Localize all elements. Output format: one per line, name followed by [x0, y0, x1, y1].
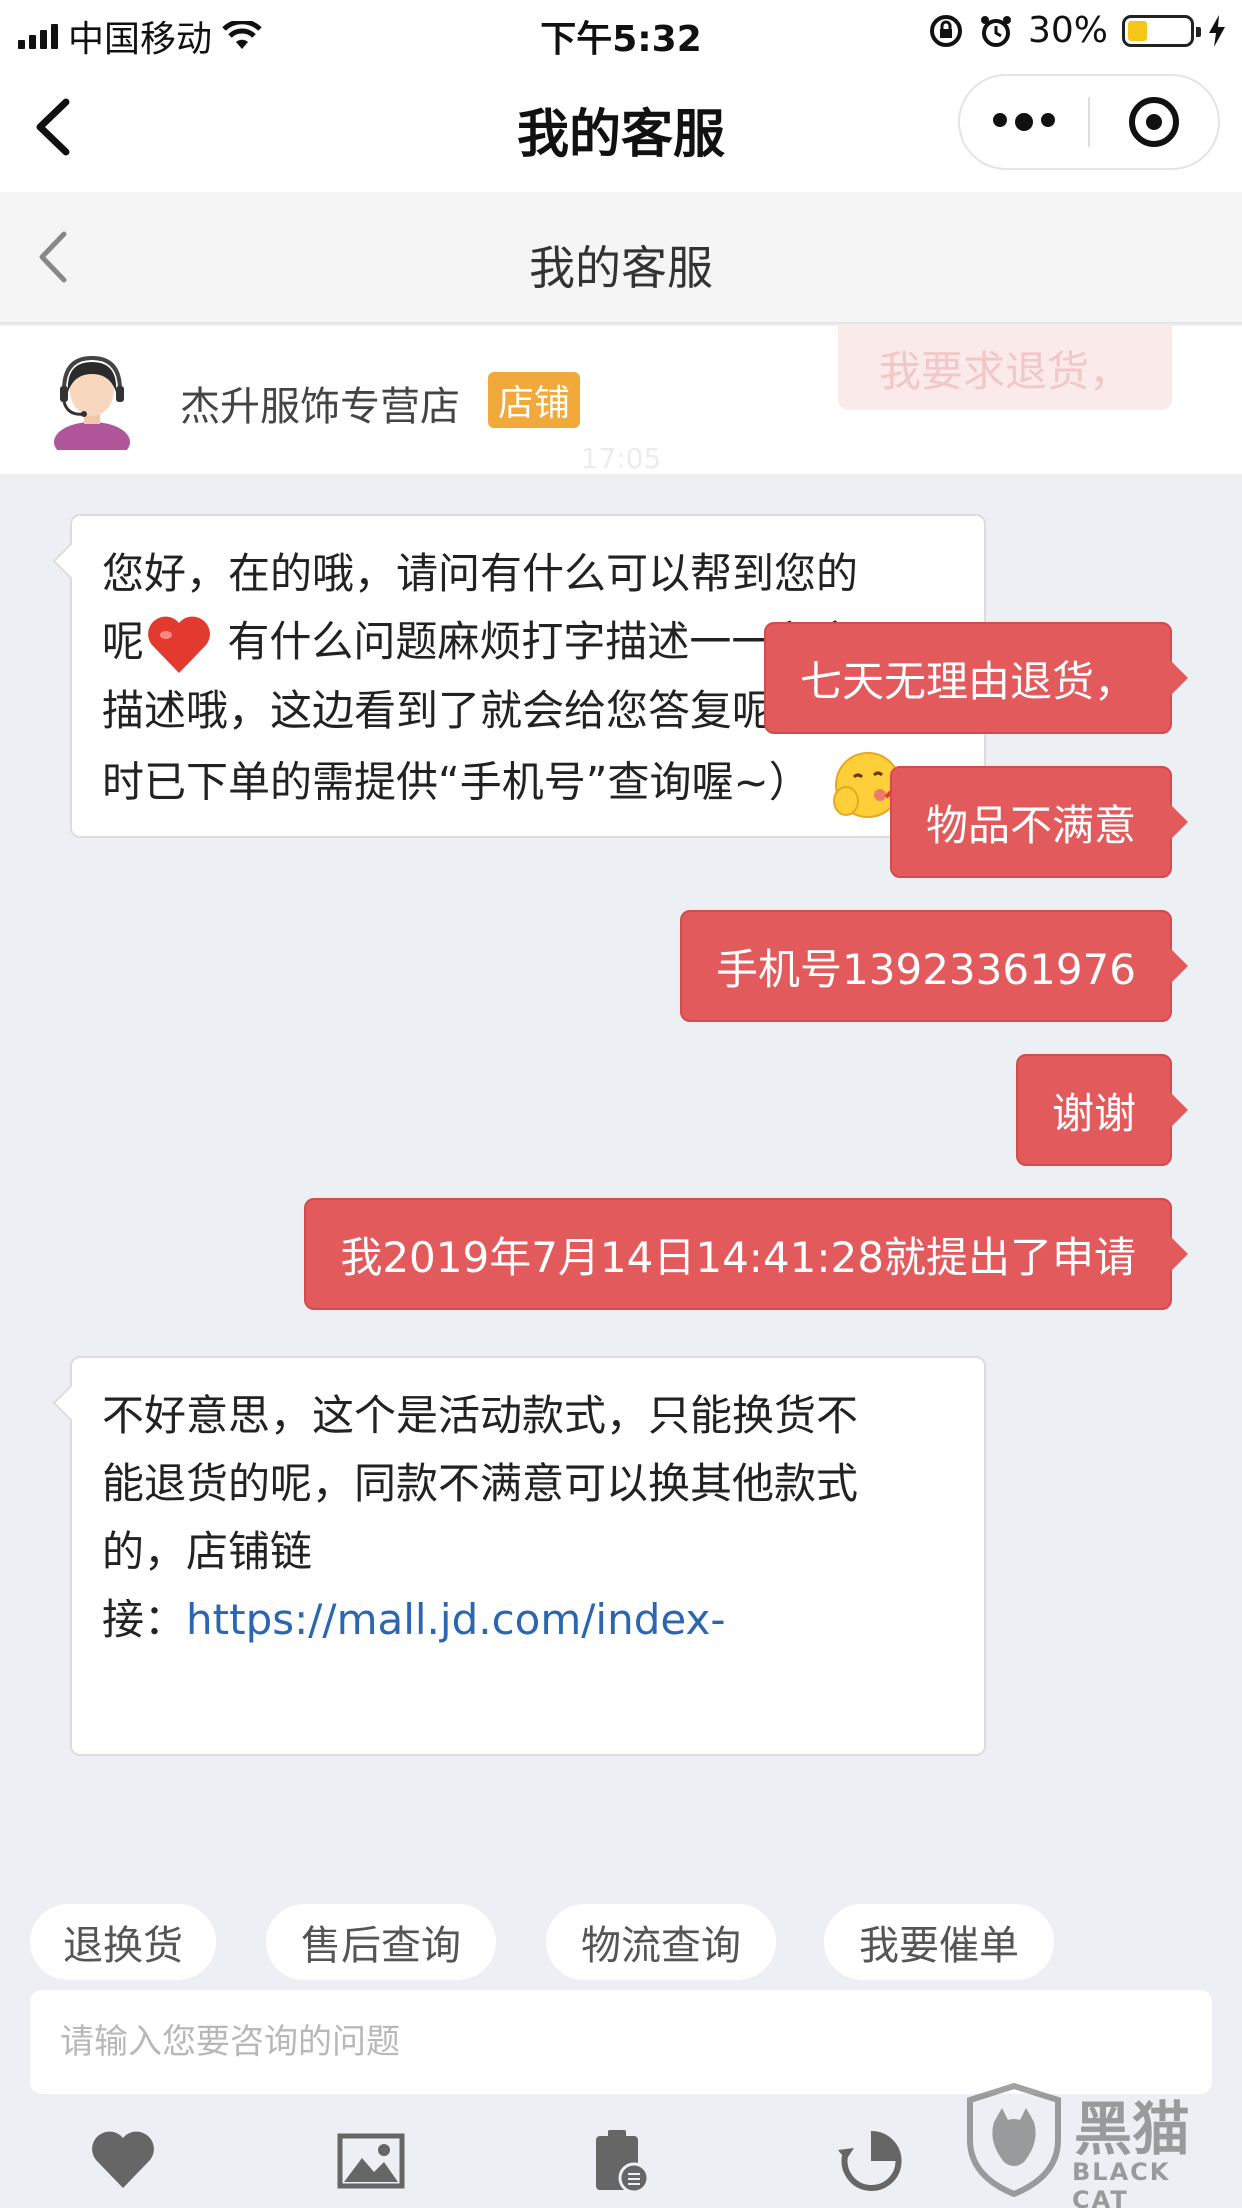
message-line: 的，店铺链	[102, 1527, 313, 1576]
message-text: 物品不满意	[925, 800, 1136, 850]
message-bubble[interactable]: 物品不满意	[889, 766, 1172, 878]
message-line: 您好，在的哦，请问有什么可以帮到您的	[102, 549, 859, 598]
agent-avatar	[54, 355, 130, 450]
shop-name[interactable]: 杰升服饰专营店	[180, 374, 460, 432]
message-line: 接：https://mall.jd.com/index-	[102, 1586, 954, 1654]
page-header: 我的客服	[0, 192, 1242, 324]
charging-icon	[1209, 14, 1225, 47]
faded-message: 我要求退货，	[838, 326, 1172, 410]
heart-emoji-icon	[148, 616, 210, 673]
message-bubble[interactable]: 谢谢	[1015, 1054, 1172, 1166]
order-icon[interactable]	[586, 2126, 656, 2196]
quick-actions: 退换货 售后查询 物流查询 我要催单	[0, 1892, 1242, 1996]
message-line: 时已下单的需提供“手机号”查询喔~）	[102, 745, 954, 825]
watermark: 黑猫 BLACK CAT	[964, 2082, 1234, 2208]
message-text: 有什么问题麻烦打字描述一一留言	[214, 617, 858, 666]
page-title: 我的客服	[529, 241, 713, 295]
quick-return-exchange[interactable]: 退换货	[30, 1904, 216, 1980]
message-bubble[interactable]: 七天无理由退货，	[763, 622, 1172, 734]
more-icon	[993, 113, 1055, 131]
quick-urge-order[interactable]: 我要催单	[824, 1904, 1054, 1980]
watermark-subtext: BLACK CAT	[1072, 2158, 1171, 2208]
target-icon	[1129, 97, 1179, 147]
chat-area[interactable]: 您好，在的哦，请问有什么可以帮到您的 呢 有什么问题麻烦打字描述一一留言 描述哦…	[0, 474, 1242, 1892]
battery-icon	[1122, 14, 1201, 47]
watermark-text: 黑猫	[1074, 2095, 1191, 2163]
heart-icon[interactable]	[88, 2126, 158, 2196]
message-input[interactable]	[30, 1990, 1212, 2094]
battery-percent: 30%	[1027, 10, 1108, 51]
history-icon[interactable]	[836, 2126, 906, 2196]
shop-badge[interactable]: 店铺	[488, 372, 581, 428]
status-right: 30%	[928, 10, 1226, 51]
message-line: 不好意思，这个是活动款式，只能换货不	[102, 1391, 859, 1440]
message-text: 时已下单的需提供“手机号”查询喔~）	[102, 757, 811, 806]
message-bubble[interactable]: 手机号13923361976	[680, 910, 1172, 1022]
message-text: 接：	[102, 1595, 187, 1644]
message-text: 我2019年7月14日14:41:28就提出了申请	[340, 1232, 1136, 1282]
message-text: 呢	[102, 617, 145, 666]
message-text: 谢谢	[1051, 1088, 1136, 1138]
quick-logistics-query[interactable]: 物流查询	[546, 1904, 776, 1980]
nav-bar: 我的客服	[0, 64, 1242, 192]
cat-shield-icon	[967, 2082, 1061, 2198]
status-bar: 中国移动 下午5:32 30%	[0, 0, 1242, 64]
shop-link[interactable]: https://mall.jd.com/index-	[186, 1595, 725, 1644]
message-line: 能退货的呢，同款不满意可以换其他款式	[102, 1459, 859, 1508]
faded-timestamp: 17:05	[580, 442, 662, 475]
message-bubble[interactable]: 不好意思，这个是活动款式，只能换货不 能退货的呢，同款不满意可以换其他款式 的，…	[70, 1356, 986, 1756]
quick-aftersales-query[interactable]: 售后查询	[266, 1904, 496, 1980]
image-icon[interactable]	[336, 2126, 406, 2196]
capsule-menu	[958, 74, 1220, 170]
close-miniprogram-button[interactable]	[1090, 76, 1218, 168]
message-bubble[interactable]: 我2019年7月14日14:41:28就提出了申请	[304, 1198, 1172, 1310]
alarm-icon	[980, 15, 1011, 47]
more-button[interactable]	[960, 76, 1088, 168]
message-text: 七天无理由退货，	[799, 656, 1136, 706]
shop-bar: 我要求退货， 17:05 杰升服饰专营店 店铺	[0, 326, 1242, 475]
message-text: 手机号13923361976	[716, 944, 1136, 994]
rotation-lock-icon	[929, 14, 962, 47]
